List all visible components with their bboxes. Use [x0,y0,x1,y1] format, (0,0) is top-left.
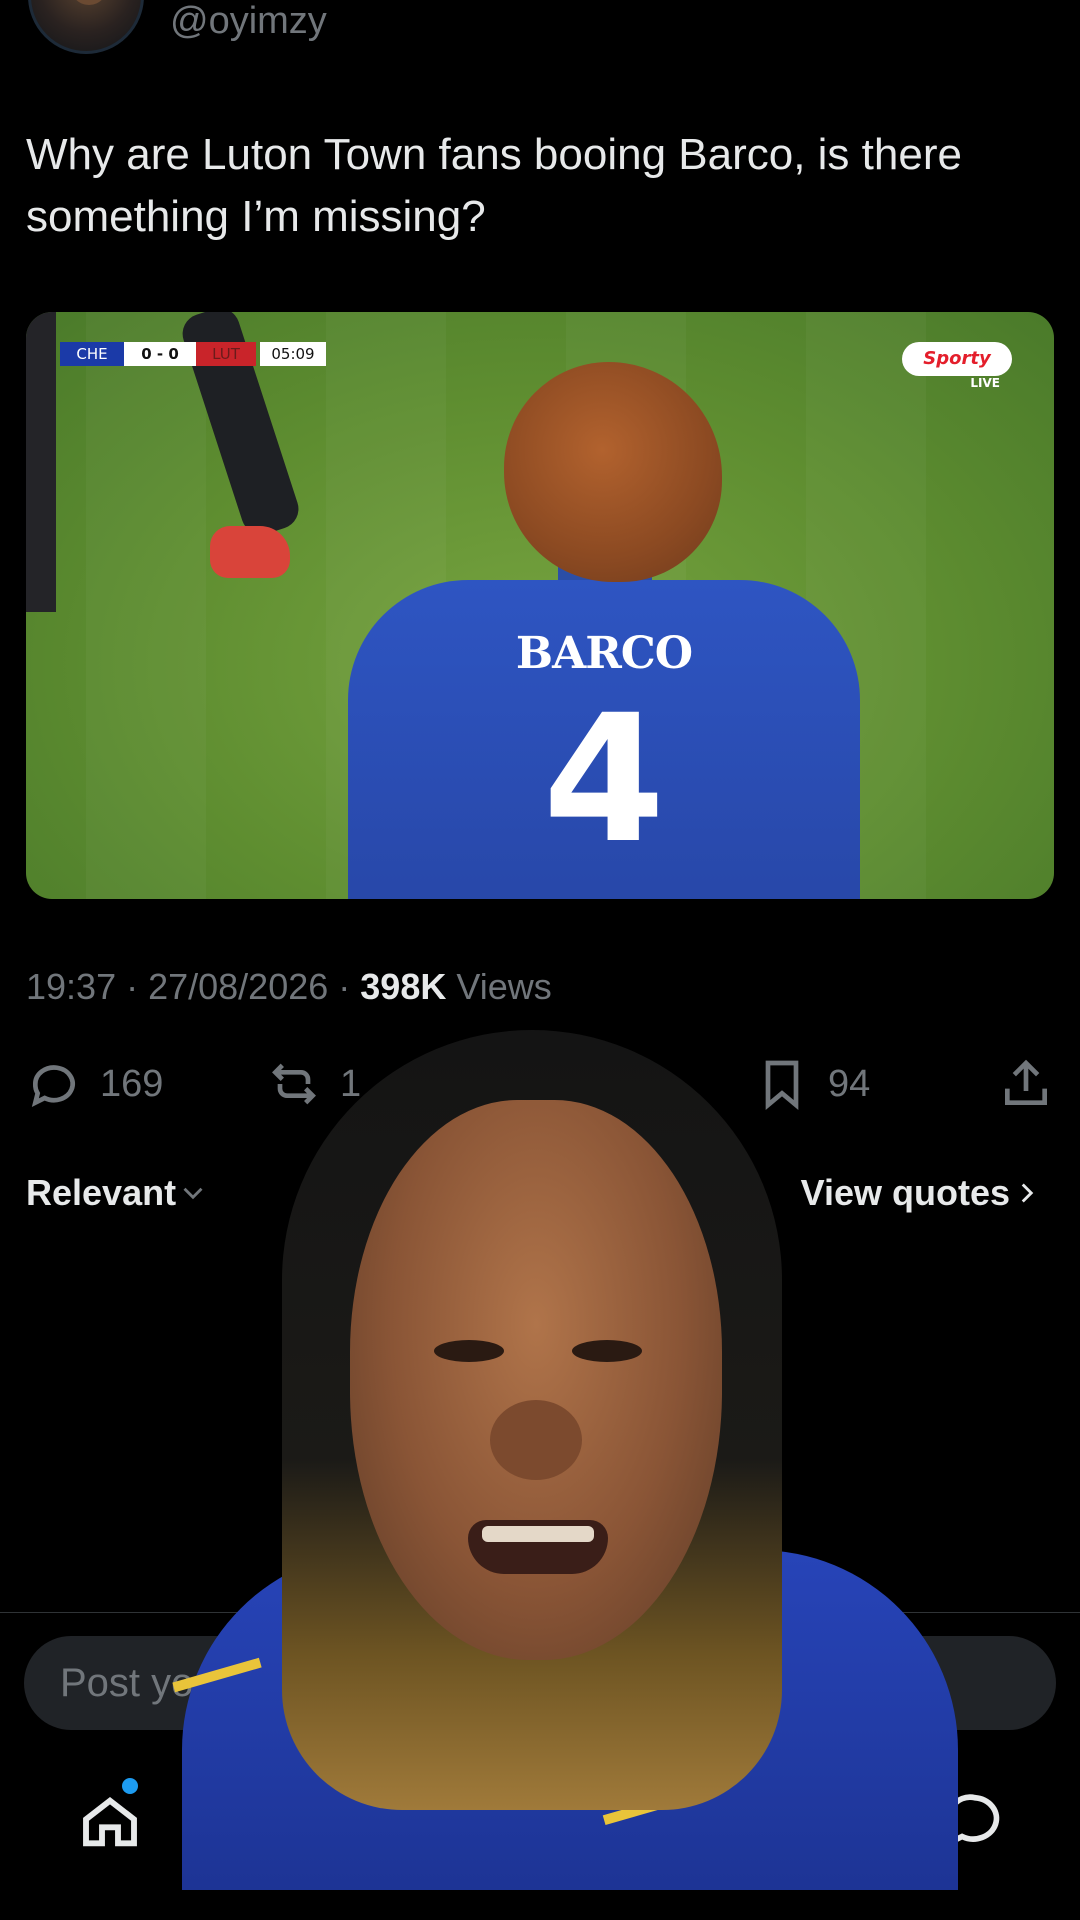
author-avatar[interactable] [28,0,144,54]
author-handle[interactable]: @oyimzy [170,0,327,43]
tweet-text: Why are Luton Town fans booing Barco, is… [26,130,962,241]
match-score: 0 - 0 [124,342,196,366]
away-team: LUT [196,342,256,366]
match-clock: 05:09 [260,342,326,366]
player-hair [504,362,722,582]
views-label: Views [456,966,552,1007]
reaction-overlay-person [172,1030,958,1890]
shirt-number: 4 [542,677,666,882]
share-button[interactable] [998,1052,1054,1116]
broadcaster-logo: Sporty [902,342,1012,376]
chevron-right-icon [1021,1183,1034,1203]
tweet-media-video[interactable]: CHE 0 - 0 LUT 05:09 Sporty LIVE BARCO 4 [26,312,1054,899]
reply-icon [31,1065,75,1108]
tweet-date: 27/08/2026 [148,966,329,1007]
tweet-time: 19:37 [26,966,117,1007]
notification-dot [122,1778,138,1794]
overlay-face [350,1100,722,1660]
home-team: CHE [60,342,124,366]
player-shirt: BARCO 4 [348,580,860,899]
broadcaster-live-label: LIVE [970,376,1000,390]
scoreboard: CHE 0 - 0 LUT 05:09 [60,342,326,366]
reply-count: 169 [100,1062,164,1105]
share-icon [1005,1059,1047,1105]
home-icon[interactable] [78,1790,142,1854]
sort-label: Relevant [26,1172,177,1213]
reply-button[interactable]: 169 [26,1052,163,1116]
tweet-meta: 19:37 · 27/08/2026 · 398K Views [26,966,552,1007]
views-count: 398K [360,966,447,1007]
shirt-name: BARCO [515,628,693,679]
